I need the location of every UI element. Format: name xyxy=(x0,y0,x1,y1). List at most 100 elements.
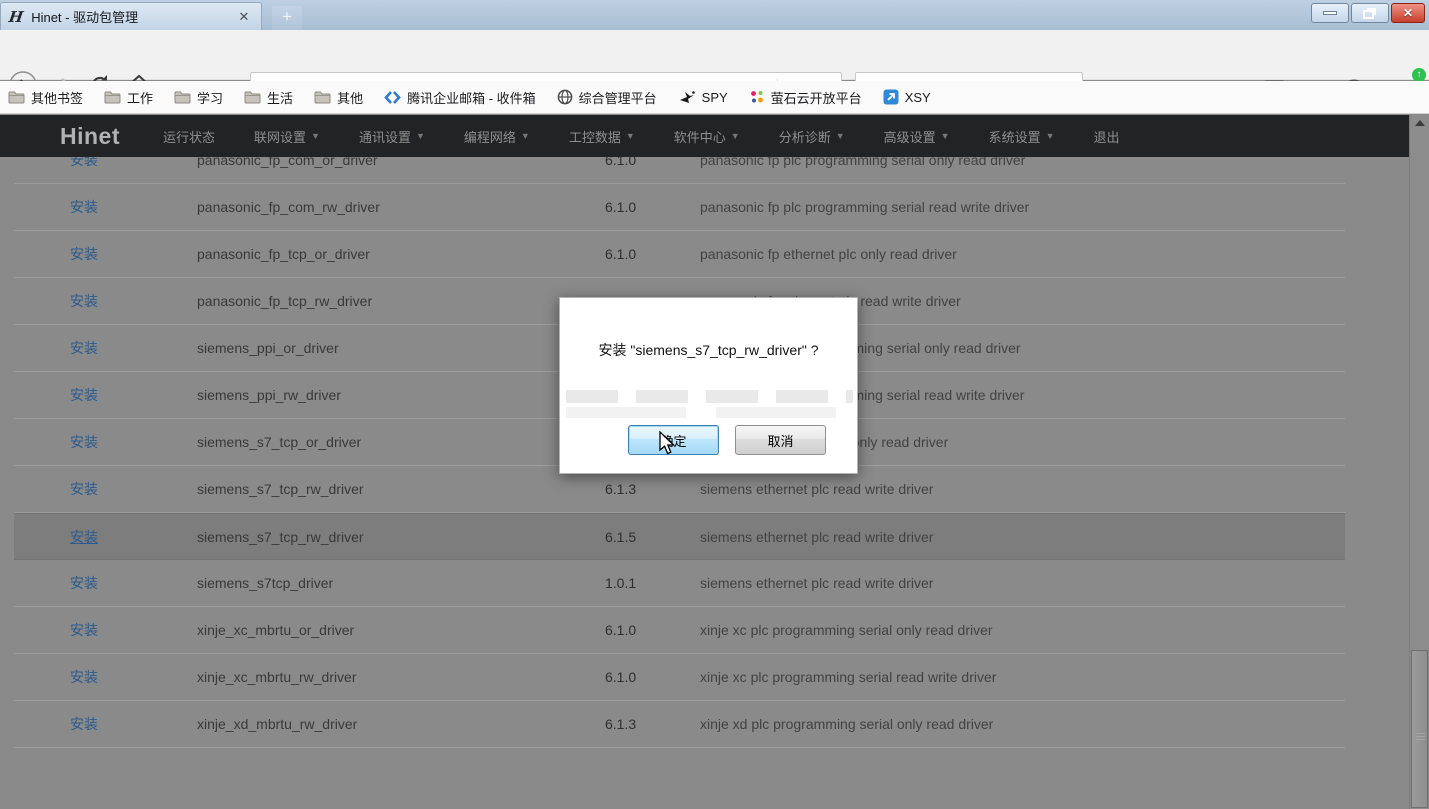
table-row: 安装 xinje_xc_mbrtu_or_driver6.1.0xinje xc … xyxy=(14,607,1345,654)
install-link[interactable]: 安装 xyxy=(70,432,102,452)
scroll-up-icon xyxy=(1415,120,1425,126)
bookmark-item[interactable]: 腾讯企业邮箱 - 收件箱 xyxy=(384,88,536,107)
restore-icon xyxy=(1363,10,1374,19)
driver-description: panasonic fp ethernet plc only read driv… xyxy=(700,246,1345,262)
folder-icon xyxy=(244,90,261,104)
bookmark-label: 工作 xyxy=(127,88,153,107)
update-badge-icon: ↑ xyxy=(1412,68,1426,82)
driver-version: 6.1.0 xyxy=(605,622,700,638)
install-link[interactable]: 安装 xyxy=(70,667,102,687)
driver-name: xinje_xc_mbrtu_or_driver xyxy=(197,622,605,638)
driver-table-area: 安装panasonic_fp_com_or_driver6.1.0panason… xyxy=(0,157,1409,809)
install-link[interactable]: 安装 xyxy=(70,479,102,499)
driver-description: siemens ethernet plc read write driver xyxy=(700,481,1345,497)
chevron-down-icon: ▼ xyxy=(626,131,635,141)
nav-menu-label: 退出 xyxy=(1094,127,1120,146)
driver-version: 6.1.0 xyxy=(605,157,700,168)
install-link[interactable]: 安装 xyxy=(70,291,102,311)
nav-menu-item[interactable]: 通讯设置▼ xyxy=(359,127,425,146)
install-link[interactable]: 安装 xyxy=(70,197,102,217)
bookmark-item[interactable]: 生活 xyxy=(244,88,293,107)
bookmark-item[interactable]: 学习 xyxy=(174,88,223,107)
install-link[interactable]: 安装 xyxy=(70,385,102,405)
nav-menu-label: 软件中心 xyxy=(674,127,726,146)
nav-menu-item[interactable]: 软件中心▼ xyxy=(674,127,740,146)
driver-name: siemens_s7_tcp_rw_driver xyxy=(197,481,605,497)
install-link[interactable]: 安装 xyxy=(70,527,102,547)
page-scrollbar[interactable] xyxy=(1409,115,1429,809)
bookmark-label: 综合管理平台 xyxy=(579,88,657,107)
nav-menu-item[interactable]: 编程网络▼ xyxy=(464,127,530,146)
driver-name: panasonic_fp_com_rw_driver xyxy=(197,199,605,215)
driver-version: 1.0.1 xyxy=(605,575,700,591)
nav-menu-label: 系统设置 xyxy=(989,127,1041,146)
folder-icon xyxy=(174,90,191,104)
install-link[interactable]: 安装 xyxy=(70,244,102,264)
nav-menu-label: 运行状态 xyxy=(163,127,215,146)
driver-name: siemens_s7_tcp_rw_driver xyxy=(197,529,605,545)
nav-menu-item[interactable]: 联网设置 ▼ xyxy=(254,127,320,146)
install-link[interactable]: 安装 xyxy=(70,714,102,734)
nav-menu-item[interactable]: 系统设置 ▼ xyxy=(989,127,1055,146)
table-row[interactable]: 安装siemens_s7_tcp_rw_driver6.1.5siemens e… xyxy=(14,513,1345,560)
chevron-down-icon: ▼ xyxy=(311,131,320,141)
bookmark-label: 萤石云开放平台 xyxy=(771,88,862,107)
nav-menu-item[interactable]: 工控数据▼ xyxy=(569,127,635,146)
tencent-mail-icon xyxy=(384,90,401,105)
install-link[interactable]: 安装 xyxy=(70,620,102,640)
nav-menu-label: 联网设置 xyxy=(254,127,306,146)
new-tab-button[interactable]: + xyxy=(272,6,302,30)
install-link[interactable]: 安装 xyxy=(70,573,102,593)
table-row: 安装panasonic_fp_tcp_or_driver6.1.0panason… xyxy=(14,231,1345,278)
bookmark-item[interactable]: XSY xyxy=(883,89,931,105)
bookmark-item[interactable]: 综合管理平台 xyxy=(557,88,657,107)
window-restore-button[interactable] xyxy=(1351,3,1389,23)
bookmark-item[interactable]: 其他书签 xyxy=(8,88,83,107)
table-row: 安装xinje_xd_mbrtu_rw_driver6.1.3xinje xd … xyxy=(14,701,1345,748)
page-viewport: Hinet 运行状态联网设置▼通讯设置▼编程网络▼工控数据▼软件中心▼分析诊断▼… xyxy=(0,114,1429,809)
install-link[interactable]: 安装 xyxy=(70,157,102,170)
bookmark-item[interactable]: 萤石云开放平台 xyxy=(749,88,862,107)
browser-toolbar: 192.168.9.99/cgi-bin/luci/;stok=489fe39e… xyxy=(0,30,1429,80)
nav-menu-label: 高级设置 xyxy=(884,127,936,146)
driver-description: siemens ethernet plc read write driver xyxy=(700,575,1345,591)
driver-version: 6.1.3 xyxy=(605,716,700,732)
install-confirm-dialog: 安装 "siemens_s7_tcp_rw_driver" ? 确定 取消 xyxy=(559,297,858,474)
chevron-down-icon: ▼ xyxy=(941,131,950,141)
nav-menu-item[interactable]: 运行状态 xyxy=(163,127,215,146)
titlebar: H Hinet - 驱动包管理 ✕ + ✕ xyxy=(0,0,1429,30)
bookmark-item[interactable]: SPY xyxy=(678,90,728,105)
table-row: 安装siemens_s7tcp_driver1.0.1siemens ether… xyxy=(14,560,1345,607)
window-close-button[interactable]: ✕ xyxy=(1391,3,1425,23)
driver-version: 6.1.0 xyxy=(605,669,700,685)
driver-version: 6.1.0 xyxy=(605,246,700,262)
nav-menu-label: 编程网络 xyxy=(464,127,516,146)
driver-description: xinje xc plc programming serial only rea… xyxy=(700,622,1345,638)
xsy-icon xyxy=(883,89,899,105)
scrollbar-thumb[interactable] xyxy=(1411,650,1428,808)
bookmark-label: 腾讯企业邮箱 - 收件箱 xyxy=(407,88,536,107)
driver-description: panasonic fp plc programming serial only… xyxy=(700,157,1345,168)
bookmark-label: 其他 xyxy=(337,88,363,107)
driver-name: siemens_ppi_or_driver xyxy=(197,340,605,356)
nav-menu-item[interactable]: 分析诊断▼ xyxy=(779,127,845,146)
browser-tab[interactable]: H Hinet - 驱动包管理 ✕ xyxy=(0,2,262,30)
nav-menu-item[interactable]: 高级设置 ▼ xyxy=(884,127,950,146)
nav-menu-item[interactable]: 退出 xyxy=(1094,127,1120,146)
table-row: 安装panasonic_fp_com_or_driver6.1.0panason… xyxy=(14,157,1345,184)
bookmark-item[interactable]: 其他 xyxy=(314,88,363,107)
install-link[interactable]: 安装 xyxy=(70,338,102,358)
scroll-up-button[interactable] xyxy=(1410,115,1429,131)
window-minimize-button[interactable] xyxy=(1311,3,1349,23)
globe-icon xyxy=(557,89,573,105)
driver-description: siemens ethernet plc read write driver xyxy=(700,529,1345,545)
bookmark-label: 其他书签 xyxy=(31,88,83,107)
site-logo: Hinet xyxy=(60,123,120,150)
bookmark-item[interactable]: 工作 xyxy=(104,88,153,107)
table-row: 安装xinje_xc_mbrtu_rw_driver6.1.0xinje xc … xyxy=(14,654,1345,701)
cancel-button[interactable]: 取消 xyxy=(735,425,826,455)
chevron-down-icon: ▼ xyxy=(1046,131,1055,141)
driver-version: 6.1.0 xyxy=(605,199,700,215)
folder-icon xyxy=(104,90,121,104)
tab-close-icon[interactable]: ✕ xyxy=(235,9,253,25)
